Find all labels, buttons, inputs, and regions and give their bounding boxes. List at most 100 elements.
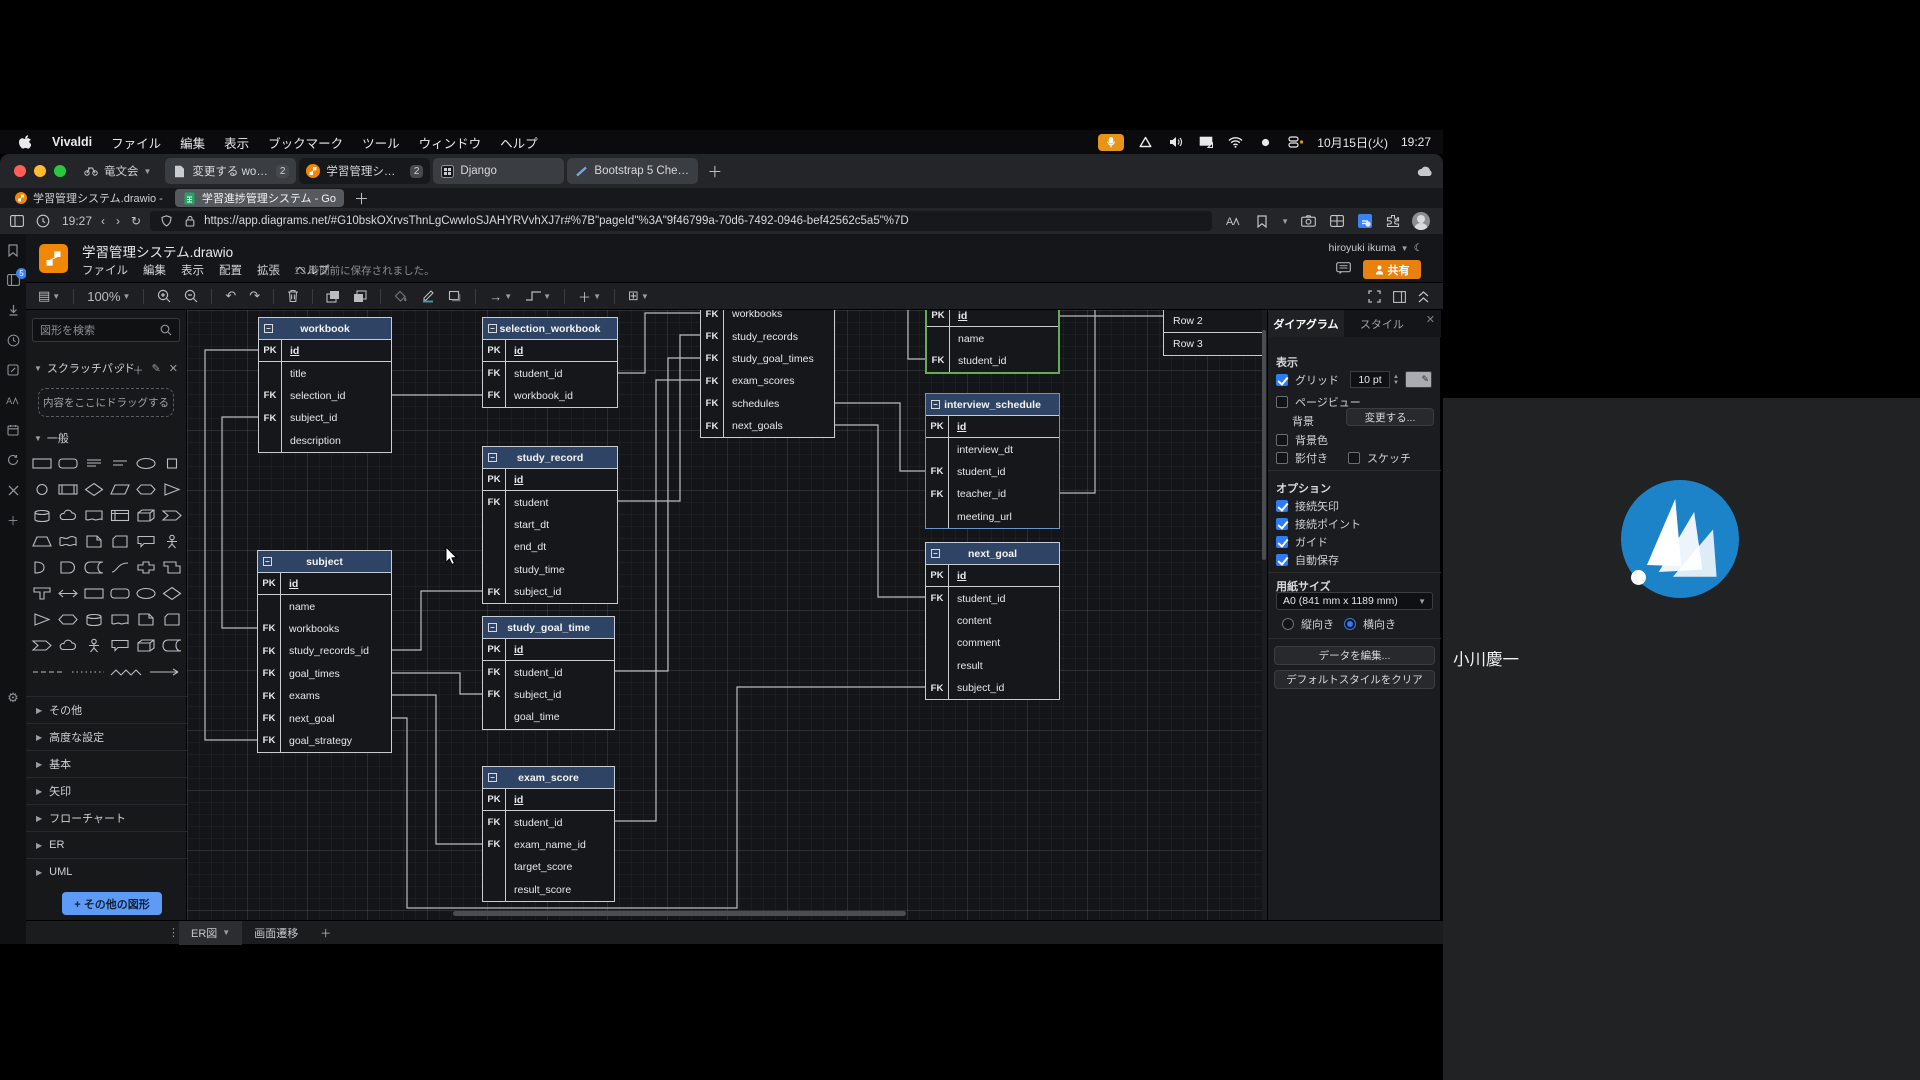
redo-button[interactable]: ↷	[249, 288, 260, 304]
collapse-icon[interactable]: –	[263, 557, 272, 566]
heading-shape[interactable]	[107, 450, 133, 476]
tab-tiling-icon[interactable]	[1328, 213, 1345, 230]
menu-arrange[interactable]: 配置	[219, 262, 242, 278]
capture-icon[interactable]	[1300, 213, 1317, 230]
er-row[interactable]: start_dt	[483, 514, 617, 536]
bookmark-icon[interactable]	[1253, 213, 1270, 230]
er-row[interactable]: FKnext_goal	[258, 707, 391, 729]
shadow-button[interactable]	[448, 290, 462, 303]
er-row[interactable]: PKid	[258, 573, 391, 595]
connector[interactable]	[618, 313, 700, 373]
er-table-header[interactable]: –next_goal	[926, 543, 1059, 565]
wifi-icon[interactable]	[1227, 134, 1244, 151]
shadow-checkbox[interactable]: 影付き	[1276, 450, 1328, 466]
tab-diagram[interactable]: ダイアグラム	[1268, 310, 1344, 337]
notes-panel-icon[interactable]	[5, 362, 21, 378]
menubar-time[interactable]: 19:27	[1401, 135, 1431, 149]
menubar-item-bookmarks[interactable]: ブックマーク	[268, 133, 343, 152]
er-row[interactable]: FKstudy_records_id	[258, 640, 391, 662]
screen-mirroring-icon[interactable]	[1197, 134, 1214, 151]
er-row[interactable]: meeting_url	[926, 506, 1059, 528]
er-row[interactable]: FKsubject_id	[483, 684, 614, 706]
er-table-header[interactable]: –exam_score	[483, 767, 614, 789]
cyl-shape[interactable]	[29, 502, 55, 528]
connector[interactable]	[618, 335, 700, 501]
grid-size-stepper[interactable]: ▲▼	[1391, 371, 1401, 388]
shape-search-input[interactable]: 図形を検索	[32, 318, 180, 342]
subtab-drawio[interactable]: 学習管理システム.drawio -	[6, 189, 171, 207]
card-shape[interactable]	[107, 528, 133, 554]
er-table-header[interactable]: –study_goal_time	[483, 617, 614, 639]
change-background-button[interactable]: 変更する...	[1346, 408, 1434, 426]
er-row[interactable]: FKstudy_goal_times	[701, 348, 834, 370]
sync-cloud-icon[interactable]	[1416, 163, 1433, 180]
cloud-shape[interactable]	[55, 632, 81, 658]
landscape-radio[interactable]: 横向き	[1344, 616, 1396, 632]
connector[interactable]	[392, 673, 482, 694]
zoom-level-button[interactable]: 100%▼	[87, 289, 130, 304]
trap-shape[interactable]	[29, 528, 55, 554]
menubar-app-name[interactable]: Vivaldi	[52, 135, 92, 149]
doc-shape[interactable]	[81, 502, 107, 528]
fill-color-button[interactable]	[394, 290, 408, 303]
browser-tab-3[interactable]: Django	[433, 158, 564, 184]
category-arrows[interactable]: ▶矢印	[26, 777, 187, 804]
connector[interactable]	[205, 350, 258, 740]
category-er[interactable]: ▶ER	[26, 831, 187, 858]
and-shape[interactable]	[55, 554, 81, 580]
category-uml[interactable]: ▶UML	[26, 858, 187, 885]
rect-shape[interactable]	[81, 580, 107, 606]
para-shape[interactable]	[107, 476, 133, 502]
ellipse-shape[interactable]	[133, 450, 159, 476]
curve-shape[interactable]	[107, 554, 133, 580]
autosave-checkbox[interactable]: 自動保存	[1276, 552, 1339, 568]
rounded-shape[interactable]	[107, 580, 133, 606]
menubar-date[interactable]: 10月15日(火)	[1317, 134, 1388, 151]
grid-size-input[interactable]: 10 pt	[1350, 371, 1390, 388]
er-table-study_goal_time[interactable]: –study_goal_timePKidFKstudent_idFKsubjec…	[482, 616, 615, 730]
waypoint-style-button[interactable]: ▼	[525, 290, 551, 302]
status-dot-icon[interactable]	[1257, 134, 1274, 151]
menu-view[interactable]: 表示	[181, 262, 204, 278]
collapse-icon[interactable]: –	[931, 549, 940, 558]
windows-panel-icon[interactable]: 5	[5, 272, 21, 288]
guides-checkbox[interactable]: ガイド	[1276, 534, 1328, 550]
connection-points-checkbox[interactable]: 接続ポイント	[1276, 516, 1361, 532]
category-basic[interactable]: ▶基本	[26, 750, 187, 777]
browser-tab-1[interactable]: 変更する worry を選択 2	[165, 158, 296, 184]
translate-panel-icon[interactable]: A	[5, 392, 21, 408]
comments-icon[interactable]	[1336, 262, 1351, 275]
er-row[interactable]: interview_dt	[926, 438, 1059, 460]
collapse-icon[interactable]: –	[488, 623, 497, 632]
pages-menu-icon[interactable]: ⋮	[168, 926, 179, 939]
er-row[interactable]: FKstudent_id	[926, 587, 1059, 609]
er-row[interactable]: study_time	[483, 559, 617, 581]
scratchpad-dropzone[interactable]: 内容をここにドラッグする	[38, 388, 174, 417]
clear-default-style-button[interactable]: デフォルトスタイルをクリア	[1274, 670, 1435, 689]
rounded-shape[interactable]	[55, 450, 81, 476]
tri-shape[interactable]	[29, 606, 55, 632]
tri-shape[interactable]	[159, 476, 185, 502]
tee-shape[interactable]	[29, 580, 55, 606]
note-shape[interactable]	[81, 528, 107, 554]
collapse-icon[interactable]: –	[488, 453, 497, 462]
collapse-icon[interactable]: –	[488, 324, 497, 333]
extension-badge-icon[interactable]	[1356, 213, 1373, 230]
menu-extras[interactable]: 拡張	[257, 262, 280, 278]
connector[interactable]	[392, 695, 482, 844]
internal-shape[interactable]	[107, 502, 133, 528]
to-front-button[interactable]	[326, 290, 340, 303]
er-row[interactable]: FKstudent_id	[483, 362, 617, 384]
er-table-next_goal[interactable]: –next_goalPKidFKstudent_idcontentcomment…	[925, 542, 1060, 700]
er-row[interactable]: PKid	[926, 416, 1059, 438]
page-tab-screenflow[interactable]: 画面遷移	[242, 921, 310, 945]
help-icon[interactable]: ?	[118, 362, 124, 378]
ellipse-shape[interactable]	[133, 580, 159, 606]
new-subtab-button[interactable]: ＋	[354, 188, 369, 209]
er-row[interactable]: FKstudent	[483, 491, 617, 513]
er-row[interactable]: FKexam_scores	[701, 370, 834, 392]
minimize-window-button[interactable]	[34, 165, 46, 177]
diamond-shape[interactable]	[81, 476, 107, 502]
menubar-item-edit[interactable]: 編集	[180, 133, 205, 152]
cloud-shape[interactable]	[55, 502, 81, 528]
